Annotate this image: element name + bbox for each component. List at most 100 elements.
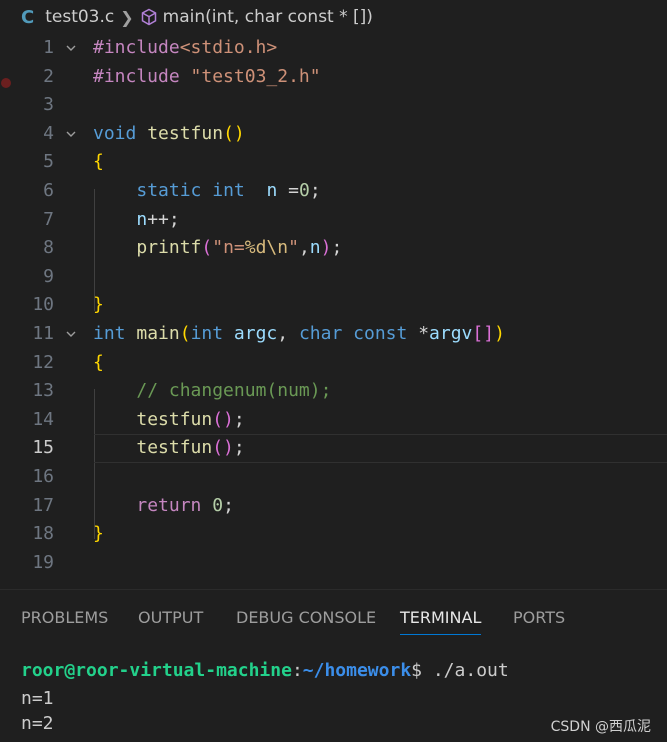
code-editor[interactable]: 1 #include<stdio.h> 2 #include "test03_2.h"… bbox=[0, 34, 667, 579]
code-token: <stdio.h> bbox=[179, 37, 278, 58]
line-number: 9 bbox=[43, 265, 54, 287]
code-token: main bbox=[136, 323, 180, 344]
code-token: return bbox=[136, 494, 202, 516]
code-token: } bbox=[93, 294, 104, 316]
breadcrumb-file[interactable]: test03.c bbox=[45, 7, 114, 27]
code-text: printf("n=%d\n",n); bbox=[93, 234, 342, 263]
code-token: #include bbox=[93, 37, 180, 58]
code-text: } bbox=[93, 291, 104, 320]
code-line[interactable]: 9 bbox=[0, 263, 667, 292]
terminal-path: ~/homework bbox=[302, 660, 412, 681]
code-line[interactable]: 18} bbox=[0, 520, 667, 549]
code-line[interactable]: 3 bbox=[0, 91, 667, 120]
tab-ports[interactable]: PORTS bbox=[513, 608, 565, 627]
code-line[interactable]: 19 bbox=[0, 549, 667, 578]
terminal-prompt-end: $ bbox=[411, 660, 433, 681]
line-number: 15 bbox=[32, 437, 54, 459]
line-number: 19 bbox=[32, 551, 54, 573]
code-text: testfun(); bbox=[93, 406, 245, 435]
code-token: void bbox=[93, 122, 137, 144]
code-token: , bbox=[298, 237, 310, 259]
code-line[interactable]: 13 // changenum(num); bbox=[0, 377, 667, 406]
code-token: () bbox=[212, 437, 234, 459]
line-number: 3 bbox=[43, 94, 54, 116]
code-line[interactable]: 17 return 0; bbox=[0, 492, 667, 521]
line-number: 17 bbox=[32, 494, 54, 516]
code-token: %d\n bbox=[244, 237, 289, 259]
line-number: 1 bbox=[43, 37, 54, 58]
code-line[interactable]: 16 bbox=[0, 463, 667, 492]
code-token: ; bbox=[331, 237, 343, 259]
code-token: ) bbox=[320, 237, 332, 259]
breadcrumb: C test03.c ❯ main(int, char const * []) bbox=[0, 0, 667, 34]
code-token: testfun bbox=[136, 437, 213, 459]
tab-output[interactable]: OUTPUT bbox=[138, 608, 203, 627]
fold-chevron-down-icon[interactable] bbox=[66, 329, 76, 339]
line-number: 13 bbox=[32, 380, 54, 402]
code-token: printf bbox=[136, 237, 202, 259]
code-text: // changenum(num); bbox=[93, 377, 331, 406]
tab-problems[interactable]: PROBLEMS bbox=[21, 608, 108, 627]
code-token: argc bbox=[233, 323, 278, 344]
code-token: testfun bbox=[147, 122, 224, 144]
line-number: 2 bbox=[43, 65, 54, 87]
code-text: int main(int argc, char const *argv[]) bbox=[93, 320, 505, 349]
code-line[interactable]: 12 { bbox=[0, 349, 667, 378]
code-token: () bbox=[212, 408, 234, 430]
code-token: static bbox=[136, 180, 202, 201]
code-line[interactable]: 10} bbox=[0, 291, 667, 320]
code-token: * bbox=[407, 323, 430, 344]
terminal-output-line: n=1 bbox=[21, 688, 54, 709]
code-line[interactable]: 15 testfun(); bbox=[0, 434, 667, 463]
terminal-prompt-line[interactable]: roor@roor-virtual-machine:~/homework$ ./… bbox=[21, 660, 509, 681]
code-token: #include bbox=[93, 65, 191, 87]
code-token: ; bbox=[233, 437, 245, 459]
code-token: { bbox=[93, 151, 104, 173]
code-text: static int n =0; bbox=[93, 177, 321, 206]
line-number: 16 bbox=[32, 466, 54, 487]
breadcrumb-symbol[interactable]: main(int, char const * []) bbox=[163, 7, 373, 27]
code-token: argv bbox=[429, 323, 473, 344]
active-tab-underline bbox=[400, 634, 482, 635]
code-token: ; bbox=[309, 180, 321, 201]
code-text: n++; bbox=[93, 206, 180, 235]
code-line[interactable]: 2 #include "test03_2.h" bbox=[0, 63, 667, 92]
code-token: int bbox=[190, 323, 224, 344]
code-line[interactable]: 8 printf("n=%d\n",n); bbox=[0, 234, 667, 263]
line-number: 8 bbox=[43, 237, 54, 259]
tab-debug-console[interactable]: DEBUG CONSOLE bbox=[236, 608, 376, 627]
code-token: ( bbox=[179, 323, 191, 344]
code-token: ++; bbox=[147, 208, 180, 230]
watermark: CSDN @西瓜泥 bbox=[550, 719, 651, 735]
code-token: const bbox=[353, 323, 408, 344]
terminal-user: roor@roor-virtual-machine bbox=[21, 660, 292, 681]
code-line[interactable]: 11 int main(int argc, char const *argv[]) bbox=[0, 320, 667, 349]
code-line[interactable]: 14 testfun(); bbox=[0, 406, 667, 435]
code-line[interactable]: 1 #include<stdio.h> bbox=[0, 34, 667, 63]
code-text: { bbox=[93, 148, 104, 177]
code-token: ; bbox=[233, 408, 245, 430]
fold-chevron-down-icon[interactable] bbox=[66, 129, 76, 139]
line-number: 12 bbox=[32, 351, 54, 373]
code-line[interactable]: 4 void testfun() bbox=[0, 120, 667, 149]
code-line[interactable]: 7 n++; bbox=[0, 206, 667, 235]
code-line[interactable]: 6 static int n =0; bbox=[0, 177, 667, 206]
code-text: } bbox=[93, 520, 104, 549]
line-number: 6 bbox=[43, 180, 54, 201]
code-token: { bbox=[93, 351, 104, 373]
code-token: ; bbox=[223, 494, 234, 516]
terminal-command: ./a.out bbox=[432, 660, 509, 681]
fold-chevron-down-icon[interactable] bbox=[66, 43, 76, 53]
tab-terminal[interactable]: TERMINAL bbox=[400, 608, 482, 635]
code-token: , bbox=[277, 323, 299, 344]
code-line[interactable]: 5{ bbox=[0, 148, 667, 177]
